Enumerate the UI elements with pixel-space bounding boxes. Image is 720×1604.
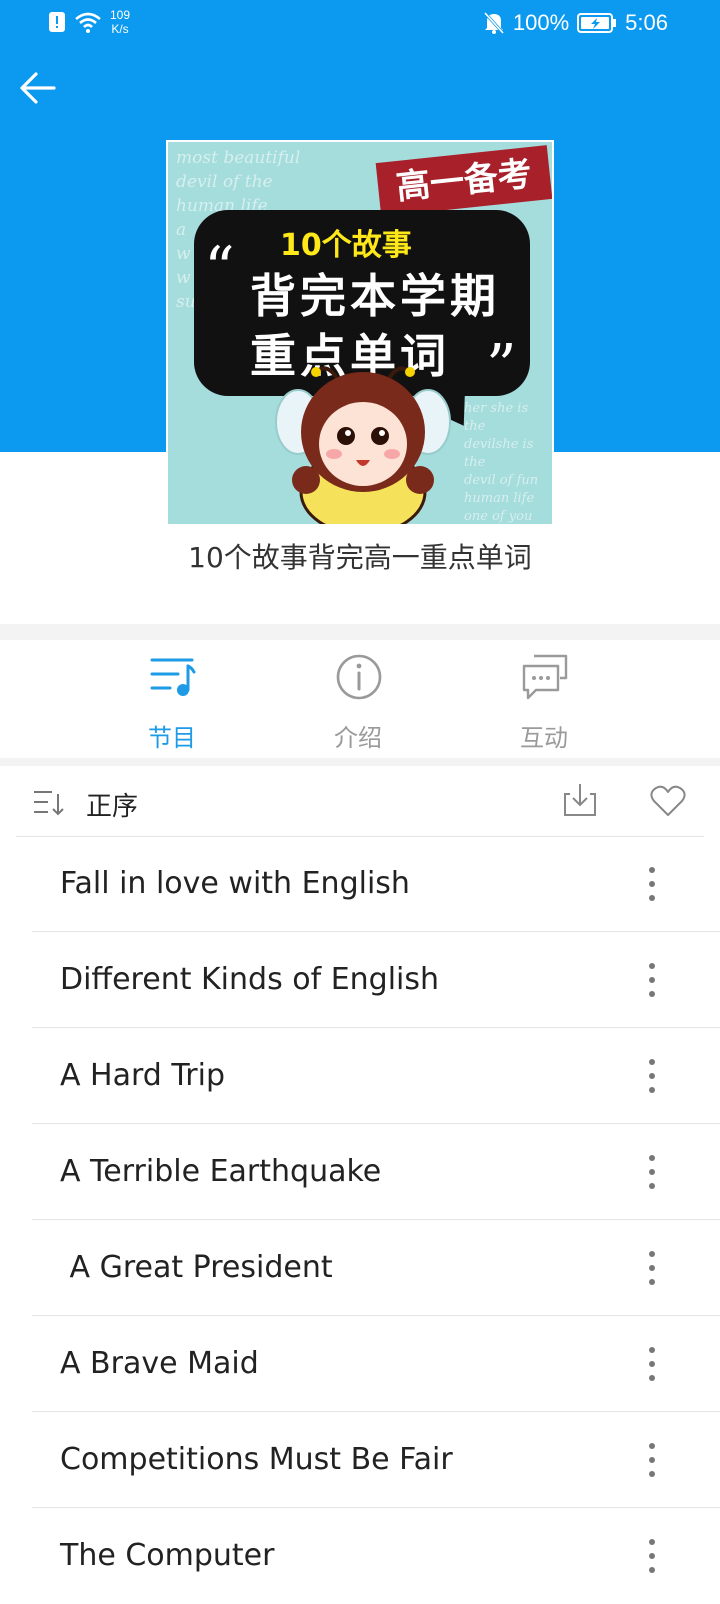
episode-item[interactable]: A Hard Trip [32, 1028, 720, 1124]
clock: 5:06 [625, 10, 668, 35]
episode-item[interactable]: Competitions Must Be Fair [32, 1412, 720, 1508]
tab-interaction[interactable]: 互动 [484, 640, 604, 758]
battery-percent: 100% [512, 10, 570, 35]
tab-bar: 节目 介绍 互动 [0, 640, 720, 758]
sort-bar: 正序 [16, 766, 704, 837]
episode-item[interactable]: Different Kinds of English [32, 932, 720, 1028]
cover-watermark-right: her she is the devilshe is the devil of fu… [464, 401, 539, 524]
tab-programs-label: 节目 [148, 724, 196, 752]
album-title: 10个故事背完高一重点单词 [188, 541, 532, 574]
tab-programs[interactable]: 节目 [112, 640, 232, 758]
status-bar: 109 K/s 100% 5:06 [0, 0, 720, 50]
more-options-icon[interactable] [646, 1152, 658, 1192]
episode-title: Competitions Must Be Fair [60, 1442, 453, 1477]
more-options-icon[interactable] [646, 1344, 658, 1384]
cover-subtitle: 10个故事 [280, 228, 412, 263]
more-options-icon[interactable] [646, 960, 658, 1000]
episode-item[interactable]: A Brave Maid [32, 1316, 720, 1412]
tab-interaction-label: 互动 [520, 724, 568, 752]
episode-title: A Hard Trip [60, 1058, 226, 1093]
batch-download-button[interactable] [562, 782, 598, 818]
more-options-icon[interactable] [646, 1440, 658, 1480]
network-speed-unit: K/s [111, 22, 129, 36]
section-divider [0, 624, 720, 640]
network-speed-value: 109 [110, 8, 131, 22]
more-options-icon[interactable] [646, 864, 658, 904]
mute-bell-icon [483, 11, 505, 35]
episode-title: Different Kinds of English [60, 962, 440, 997]
favorite-button[interactable] [650, 784, 686, 818]
wifi-icon [75, 12, 101, 33]
episode-title: The Computer [60, 1538, 275, 1573]
sort-label: 正序 [86, 792, 139, 822]
more-options-icon[interactable] [646, 1056, 658, 1096]
heart-icon [650, 785, 686, 816]
episode-title: A Great President [60, 1250, 333, 1285]
alert-icon [49, 12, 65, 32]
episode-list: Fall in love with English Different Kind… [0, 836, 720, 1604]
more-options-icon[interactable] [646, 1248, 658, 1288]
album-cover: most beautiful devil of the human life a w w s… [166, 140, 554, 526]
episode-title: A Brave Maid [60, 1346, 259, 1381]
tab-intro[interactable]: 介绍 [298, 640, 418, 758]
bee-mascot-illustration [275, 366, 451, 524]
episode-title: Fall in love with English [60, 866, 410, 901]
playlist-music-icon [150, 658, 196, 696]
back-arrow-icon [20, 72, 56, 104]
status-right: 100% 5:06 [483, 10, 668, 36]
network-speed: 109 K/s [110, 8, 130, 36]
cover-tag: 高一备考 [375, 145, 552, 217]
episode-item[interactable]: A Terrible Earthquake [32, 1124, 720, 1220]
info-icon [336, 654, 382, 700]
chat-bubbles-icon [522, 654, 568, 700]
back-button[interactable] [14, 66, 62, 114]
status-left: 109 K/s [48, 8, 130, 36]
cover-headline-1: 背完本学期 [250, 269, 500, 323]
battery-charging-icon [577, 13, 617, 33]
cover-close-quote: ” [486, 332, 517, 402]
episode-item[interactable]: A Great President [32, 1220, 720, 1316]
tab-intro-label: 介绍 [334, 724, 382, 752]
episode-title: A Terrible Earthquake [60, 1154, 382, 1189]
episode-item[interactable]: Fall in love with English [32, 836, 720, 932]
section-divider-2 [0, 758, 720, 766]
cover-open-quote: “ [204, 234, 235, 304]
more-options-icon[interactable] [646, 1536, 658, 1576]
episode-item[interactable]: The Computer [32, 1508, 720, 1604]
sort-order-icon [34, 791, 64, 816]
download-icon [564, 784, 596, 816]
